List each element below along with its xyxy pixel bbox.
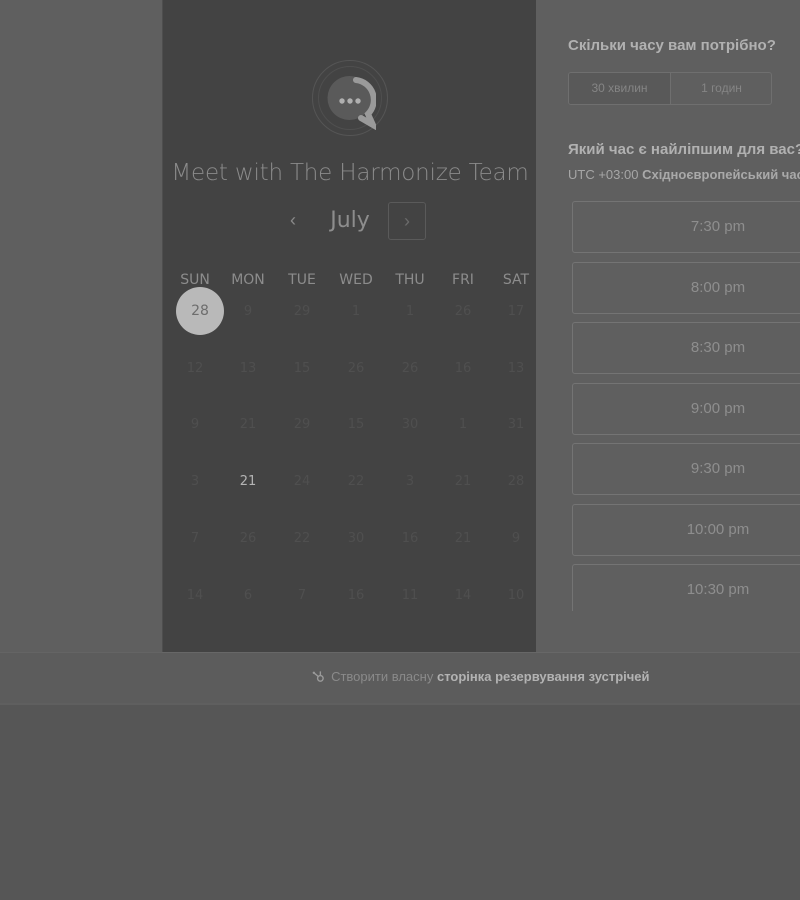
timezone-label[interactable]: UTC +03:00 Східноєвропейський час <box>568 167 800 182</box>
time-slot[interactable]: 10:00 pm <box>572 504 800 556</box>
calendar-day: 22 <box>347 474 365 489</box>
time-slot[interactable]: 9:30 pm <box>572 443 800 495</box>
footer-text: Створити власну сторінка резервування зу… <box>162 669 800 684</box>
calendar-day: 29 <box>293 417 311 432</box>
footer-prefix: Створити власну <box>331 669 434 684</box>
calendar-day: 28 <box>507 474 525 489</box>
organizer-title: Meet with The Harmonize Team <box>171 160 529 186</box>
time-slot[interactable]: 8:00 pm <box>572 262 800 314</box>
time-slot-label: 8:30 pm <box>690 339 746 356</box>
time-question: Який час є найліпшим для вас? <box>568 141 800 158</box>
calendar-day: 1 <box>351 304 361 319</box>
duration-toggle: 30 хвилин 1 годин <box>568 72 772 105</box>
calendar-day: 3 <box>190 474 200 489</box>
duration-option-30min[interactable]: 30 хвилин <box>569 73 671 104</box>
footer-link[interactable]: сторінка резервування зустрічей <box>437 669 650 684</box>
calendar-day: 14 <box>186 588 204 603</box>
calendar-day: 7 <box>190 531 200 546</box>
calendar-day: 11 <box>401 588 419 603</box>
calendar-day: 9 <box>243 304 253 319</box>
timezone-offset: UTC +03:00 <box>568 167 639 182</box>
time-slot[interactable]: 9:00 pm <box>572 383 800 435</box>
calendar-day: 16 <box>347 588 365 603</box>
calendar-day-selected[interactable]: 28 <box>168 285 224 339</box>
time-slot[interactable]: 7:30 pm <box>572 201 800 253</box>
calendar-day: 21 <box>454 531 472 546</box>
booking-panel: Скільки часу вам потрібно? 30 хвилин 1 г… <box>536 0 800 652</box>
time-slot[interactable]: 8:30 pm <box>572 322 800 374</box>
time-slot-label: 9:30 pm <box>690 460 746 477</box>
time-slot-label: 7:30 pm <box>690 218 746 235</box>
time-slot-label: 10:30 pm <box>686 581 750 598</box>
timezone-name: Східноєвропейський час <box>642 167 800 182</box>
calendar-day: 22 <box>293 531 311 546</box>
calendar-day: 9 <box>190 417 200 432</box>
calendar-day: 10 <box>507 588 525 603</box>
calendar-day: 16 <box>401 531 419 546</box>
chevron-left-icon: ‹ <box>290 210 296 230</box>
page-background-lower <box>0 705 800 900</box>
calendar-day: 9 <box>511 531 521 546</box>
calendar-day: 1 <box>458 417 468 432</box>
duration-question: Скільки часу вам потрібно? <box>568 37 776 54</box>
time-slot[interactable]: 10:30 pm <box>572 564 800 611</box>
time-slot-list[interactable]: 7:30 pm 8:00 pm 8:30 pm 9:00 pm 9:30 pm … <box>572 201 800 611</box>
time-slot-label: 10:00 pm <box>686 521 750 538</box>
chevron-right-icon: › <box>404 211 410 231</box>
calendar-day: 26 <box>454 304 472 319</box>
calendar-day: 21 <box>239 417 257 432</box>
calendar-day: 29 <box>293 304 311 319</box>
calendar-day: 12 <box>186 361 204 376</box>
calendar-day: 21 <box>454 474 472 489</box>
calendar-day: 13 <box>507 361 525 376</box>
calendar-day: 16 <box>454 361 472 376</box>
month-navigation: ‹ July › <box>163 200 537 244</box>
duration-option-1hour[interactable]: 1 годин <box>671 73 771 104</box>
month-label: July <box>330 208 370 233</box>
calendar-day: 24 <box>293 474 311 489</box>
time-slot-label: 9:00 pm <box>690 400 746 417</box>
organizer-panel: Meet with The Harmonize Team ‹ July › SU… <box>162 0 537 652</box>
calendar-day: 1 <box>405 304 415 319</box>
time-slot-label: 8:00 pm <box>690 279 746 296</box>
calendar-day: 7 <box>297 588 307 603</box>
calendar-day-available[interactable]: 21 <box>221 455 275 509</box>
calendar-day: 26 <box>239 531 257 546</box>
calendar-day: 26 <box>347 361 365 376</box>
calendar-day: 14 <box>454 588 472 603</box>
calendar-day: 26 <box>401 361 419 376</box>
calendar-day: 3 <box>405 474 415 489</box>
calendar-day: 17 <box>507 304 525 319</box>
selected-day-circle: 28 <box>176 287 224 335</box>
next-month-button[interactable]: › <box>388 202 426 240</box>
prev-month-button[interactable]: ‹ <box>279 206 307 234</box>
footer: Створити власну сторінка резервування зу… <box>162 652 800 703</box>
calendar-day: 15 <box>293 361 311 376</box>
calendar-day: 30 <box>347 531 365 546</box>
calendar-day: 13 <box>239 361 257 376</box>
calendar-day: 31 <box>507 417 525 432</box>
calendar-day: 6 <box>243 588 253 603</box>
calendar-day: 30 <box>401 417 419 432</box>
sprocket-icon <box>313 671 325 682</box>
footer-left-strip <box>0 652 162 703</box>
chat-bubble-logo-icon <box>327 75 376 130</box>
calendar-day: 15 <box>347 417 365 432</box>
